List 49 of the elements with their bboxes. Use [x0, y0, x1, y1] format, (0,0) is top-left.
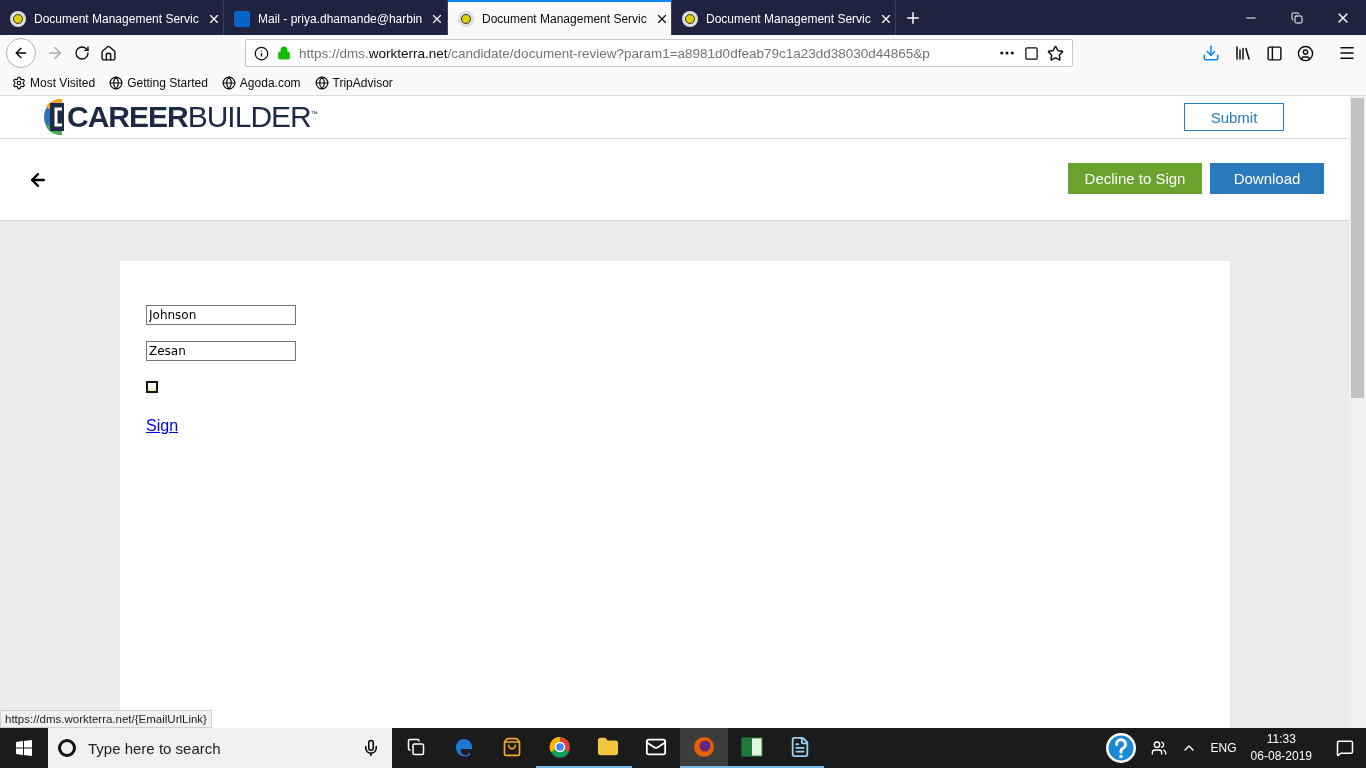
lock-icon: [277, 46, 291, 60]
library-icon[interactable]: [1234, 44, 1252, 62]
mail-icon: [234, 10, 250, 27]
sign-link[interactable]: Sign: [146, 417, 179, 435]
language-indicator[interactable]: ENG: [1210, 741, 1237, 755]
download-button[interactable]: Download: [1210, 163, 1324, 194]
site-icon: [458, 10, 474, 27]
text-field[interactable]: Johnson: [146, 305, 296, 325]
bookmark-link[interactable]: Agoda.com: [221, 76, 301, 90]
site-icon: [10, 10, 26, 27]
globe-icon: [109, 76, 124, 90]
scrollbar[interactable]: [1349, 96, 1366, 728]
tab-title: Mail - priya.dhamande@harbin: [258, 11, 423, 26]
site-icon: [682, 10, 698, 27]
submit-button[interactable]: Submit: [1184, 103, 1284, 131]
back-button[interactable]: [6, 38, 36, 68]
tab-title: Document Management Servic: [706, 11, 871, 26]
text-field[interactable]: Zesan: [146, 341, 296, 361]
taskbar-search-box[interactable]: Type here to search: [48, 728, 392, 768]
browser-icon[interactable]: [680, 728, 728, 768]
account-icon[interactable]: [1297, 44, 1314, 62]
globe-icon: [221, 76, 236, 90]
clock[interactable]: 11:33 06-08-2019: [1250, 731, 1312, 765]
search-icon: [58, 739, 76, 757]
tab-title: Document Management Servic: [482, 11, 647, 26]
bookmark-link[interactable]: TripAdvisor: [314, 76, 393, 90]
tab-title: Document Management Servic: [34, 11, 199, 26]
home-icon[interactable]: [100, 44, 117, 62]
status-url: https://dms.workterra.net/{EmailUrlLink}: [0, 710, 212, 728]
windows-logo-icon: [16, 740, 32, 756]
menu-icon[interactable]: [1338, 44, 1356, 62]
people-icon[interactable]: [1150, 740, 1167, 756]
reload-icon[interactable]: [74, 45, 90, 61]
browser-tab[interactable]: Document Management Servic: [448, 0, 672, 35]
download-icon[interactable]: [1202, 44, 1220, 62]
help-icon[interactable]: [1104, 732, 1137, 764]
logo-text: CAREERBUILDER$^{™}$: [67, 100, 317, 134]
microphone-icon[interactable]: [362, 739, 380, 757]
gear-icon: [12, 76, 26, 90]
info-icon[interactable]: [254, 45, 269, 61]
star-icon[interactable]: [1047, 44, 1064, 62]
checkbox[interactable]: [146, 381, 158, 393]
globe-icon: [314, 76, 329, 90]
bookmark-link[interactable]: Most Visited: [12, 76, 96, 90]
address-bar[interactable]: https://dms.workterra.net/candidate/document-review?param1=a8981d0dfeab79c1a23dd38030d44865&p: [245, 39, 1073, 67]
notification-icon[interactable]: [1336, 739, 1354, 757]
sidebar-icon[interactable]: [1266, 44, 1283, 62]
bookmark-link[interactable]: Getting Started: [109, 76, 208, 90]
taskbar-search-field[interactable]: Type here to search: [86, 738, 352, 758]
